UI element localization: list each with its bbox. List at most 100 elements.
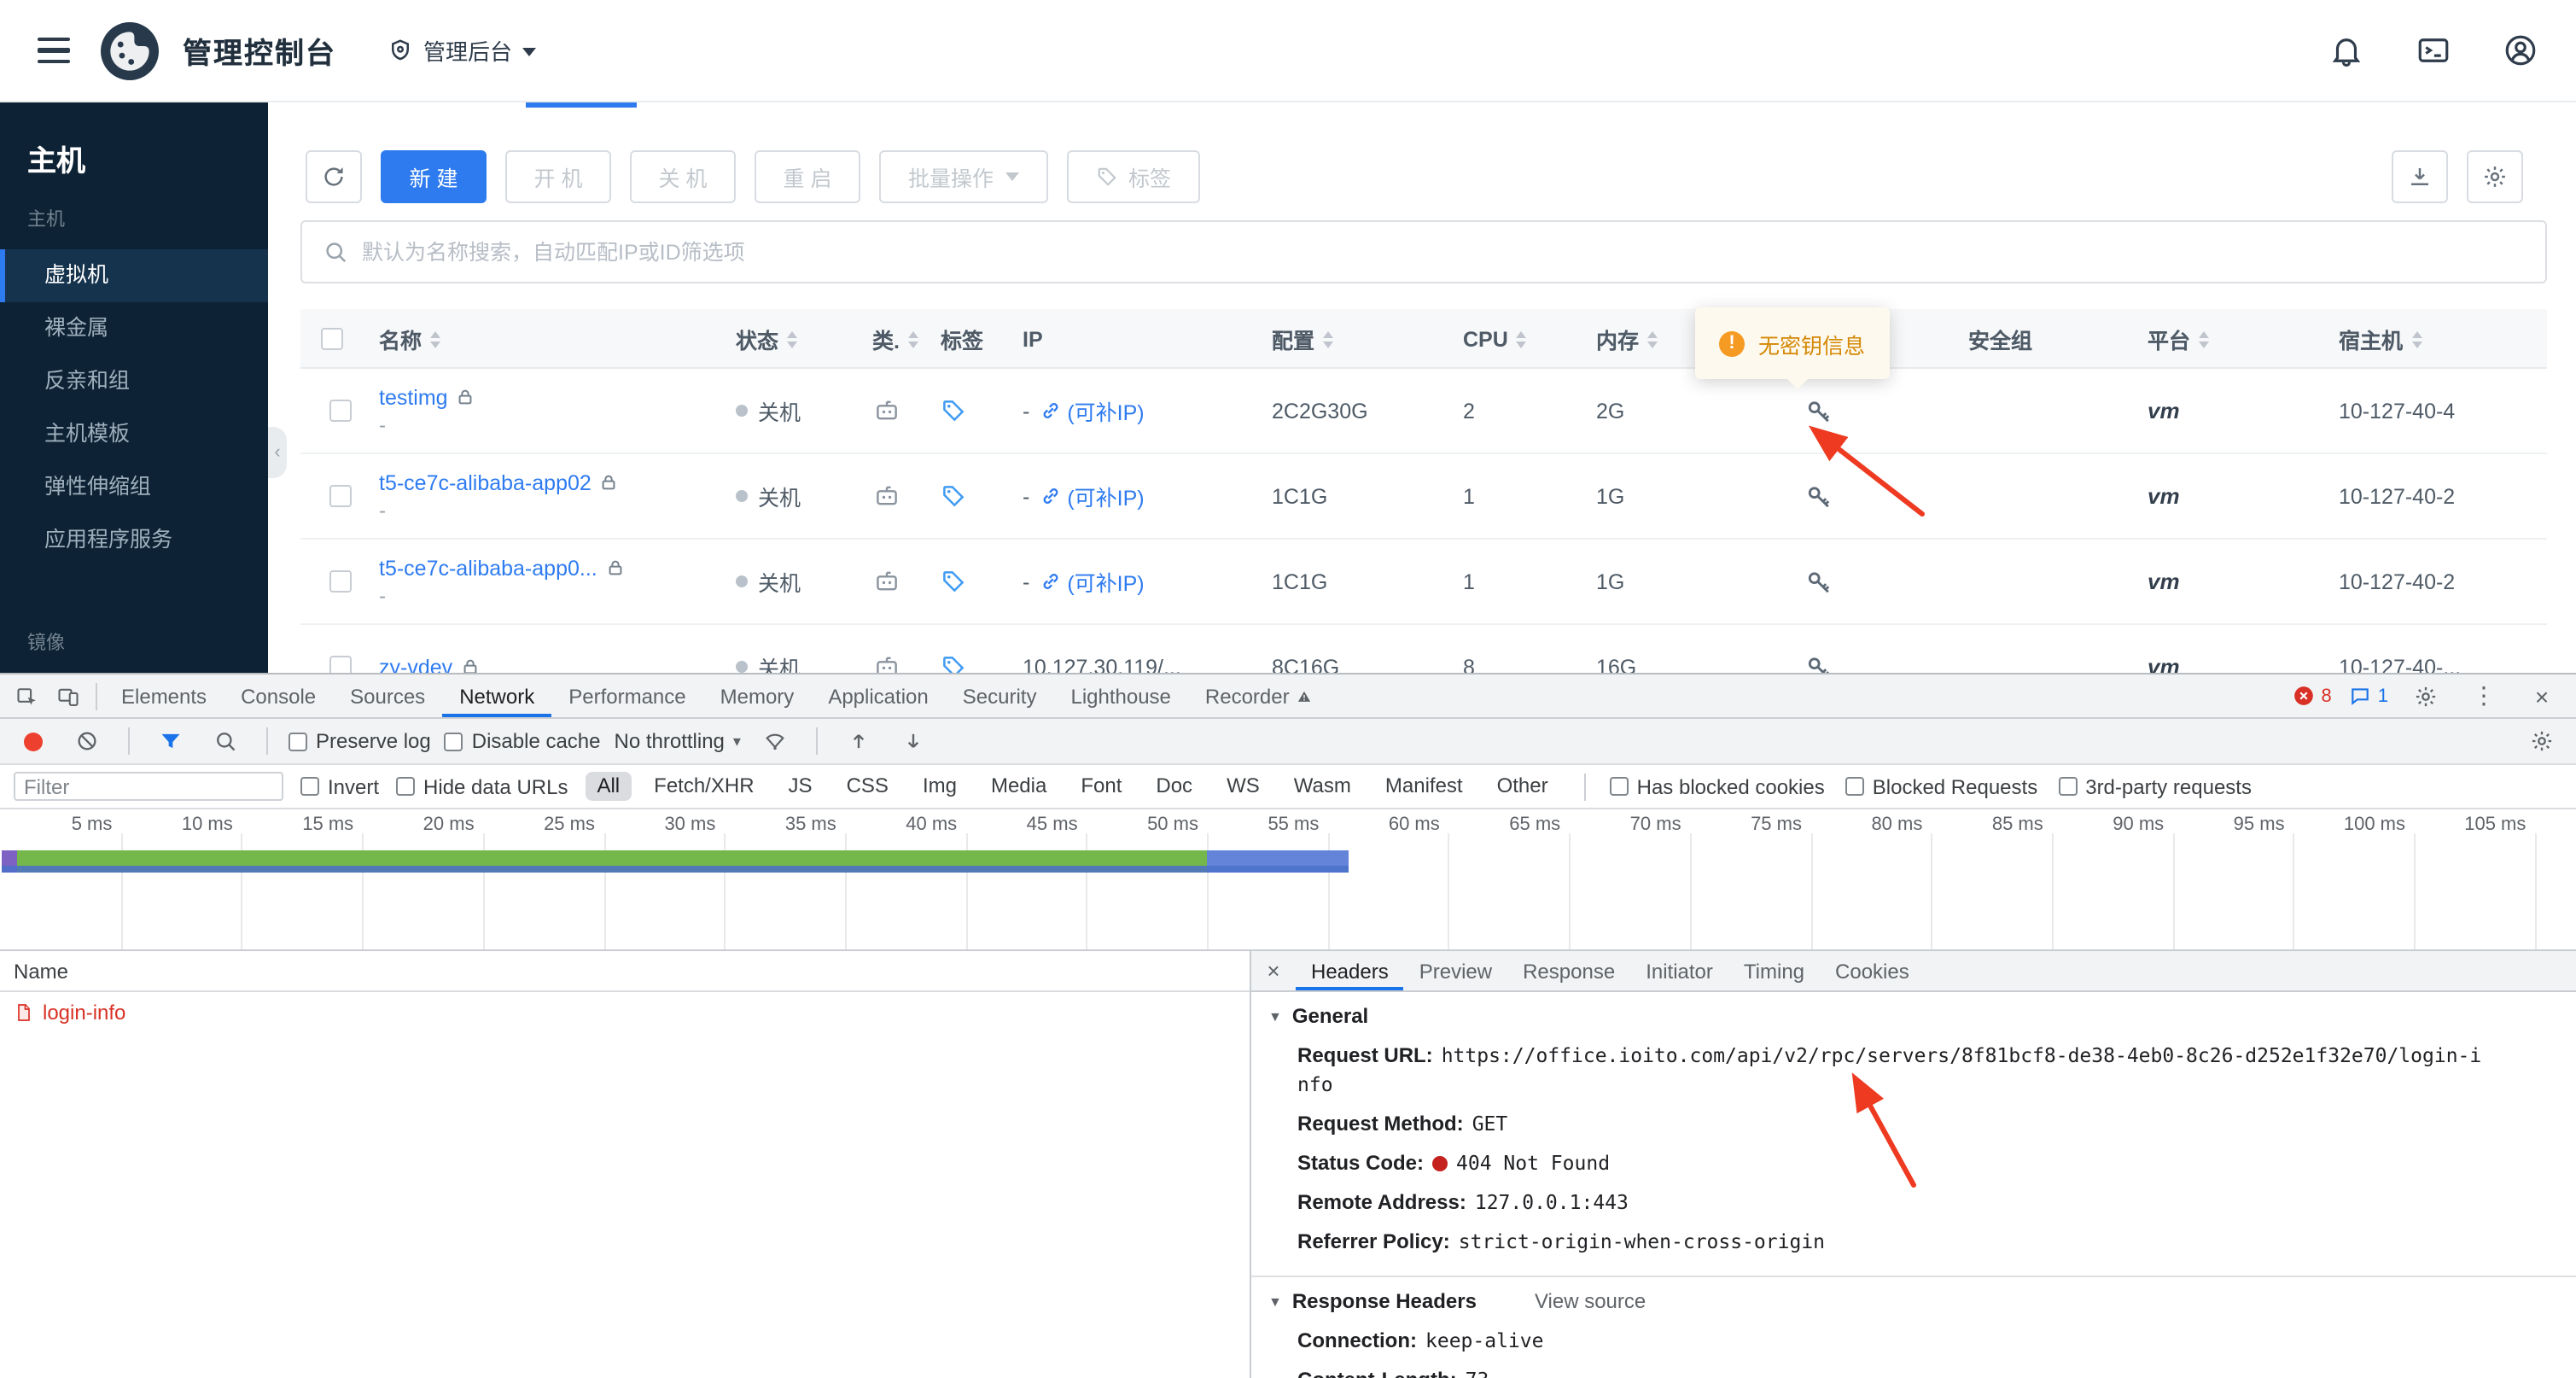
export-har-icon[interactable] <box>893 721 934 762</box>
filter-pill-fetch-xhr[interactable]: Fetch/XHR <box>642 772 766 801</box>
search-input[interactable] <box>362 240 2525 264</box>
filter-pill-css[interactable]: CSS <box>835 772 900 801</box>
sidebar-item-4[interactable]: 主机模板 <box>0 408 268 461</box>
hide-data-urls-checkbox[interactable]: Hide data URLs <box>396 774 568 798</box>
refresh-button[interactable] <box>306 150 362 203</box>
console-messages-badge[interactable]: 1 <box>2349 685 2388 707</box>
request-row[interactable]: login-info <box>0 992 1250 1031</box>
sort-icon[interactable] <box>2411 330 2422 347</box>
search-network-icon[interactable] <box>205 721 246 762</box>
devtools-tab-elements[interactable]: Elements <box>104 674 224 717</box>
terminal-button[interactable] <box>2416 32 2451 68</box>
sort-icon[interactable] <box>2199 330 2209 347</box>
menu-icon[interactable] <box>38 38 70 64</box>
filter-pill-img[interactable]: Img <box>911 772 969 801</box>
sort-icon[interactable] <box>430 330 440 347</box>
devtools-tab-console[interactable]: Console <box>224 674 333 717</box>
network-settings-icon[interactable] <box>2521 721 2562 762</box>
column-settings-button[interactable] <box>2467 150 2523 203</box>
detail-tab-response[interactable]: Response <box>1507 951 1630 990</box>
sort-icon[interactable] <box>1647 330 1658 347</box>
devtools-tab-sources[interactable]: Sources <box>333 674 442 717</box>
filter-pill-wasm[interactable]: Wasm <box>1282 772 1363 801</box>
devtools-tab-recorder[interactable]: Recorder <box>1188 674 1331 717</box>
column-header-11[interactable]: 平台 <box>2130 309 2322 369</box>
filter-pill-manifest[interactable]: Manifest <box>1373 772 1475 801</box>
attach-ip-link[interactable]: (可补IP) <box>1067 565 1144 598</box>
filter-pill-all[interactable]: All <box>585 772 632 801</box>
blocked-requests-checkbox[interactable]: Blocked Requests <box>1845 774 2037 798</box>
vm-name-link[interactable]: t5-ce7c-alibaba-app02 <box>379 470 592 494</box>
account-button[interactable] <box>2503 32 2538 68</box>
sidebar-section-hosts[interactable]: 主机 <box>0 181 268 249</box>
select-all-checkbox[interactable] <box>320 328 342 350</box>
sort-icon[interactable] <box>908 330 918 347</box>
sidebar-item-1[interactable]: 虚拟机 <box>0 249 268 302</box>
sidebar-item-6[interactable]: 应用程序服务 <box>0 514 268 567</box>
column-header-6[interactable]: 配置 <box>1255 309 1446 369</box>
vm-name-link[interactable]: t5-ce7c-alibaba-app0... <box>379 556 597 580</box>
sidebar-item-5[interactable]: 弹性伸缩组 <box>0 461 268 514</box>
sort-icon[interactable] <box>1323 330 1333 347</box>
disable-cache-checkbox[interactable]: Disable cache <box>445 729 601 753</box>
has-blocked-cookies-checkbox[interactable]: Has blocked cookies <box>1610 774 1825 798</box>
sort-icon[interactable] <box>787 330 797 347</box>
column-header-4[interactable]: 标签 <box>924 309 1005 369</box>
filter-pill-media[interactable]: Media <box>979 772 1058 801</box>
throttling-select[interactable]: No throttling ▾ <box>615 729 741 753</box>
sidebar-section-images[interactable]: 镜像 <box>0 604 268 673</box>
vm-name-link[interactable]: zy-vdev <box>379 655 452 673</box>
general-section-header[interactable]: ▼ General <box>1251 992 2576 1036</box>
devtools-tab-network[interactable]: Network <box>442 674 551 717</box>
inspect-element-icon[interactable] <box>7 675 48 716</box>
column-header-10[interactable]: 安全组 <box>1951 309 2130 369</box>
row-checkbox[interactable] <box>329 400 351 422</box>
app-logo-icon[interactable] <box>101 21 159 79</box>
network-overview[interactable]: 5 ms10 ms15 ms20 ms25 ms30 ms35 ms40 ms4… <box>0 809 2576 951</box>
key-info-icon[interactable] <box>1804 651 1835 673</box>
restart-button[interactable]: 重 启 <box>755 150 860 203</box>
console-errors-badge[interactable]: 8 <box>2293 685 2332 707</box>
import-har-icon[interactable] <box>838 721 879 762</box>
sidebar-item-3[interactable]: 反亲和组 <box>0 355 268 408</box>
sidebar-collapse-handle[interactable]: ‹ <box>268 427 287 478</box>
sidebar-item-2[interactable]: 裸金属 <box>0 302 268 355</box>
devtools-tab-performance[interactable]: Performance <box>551 674 702 717</box>
power-on-button[interactable]: 开 机 <box>505 150 611 203</box>
power-off-button[interactable]: 关 机 <box>630 150 736 203</box>
devtools-tab-lighthouse[interactable]: Lighthouse <box>1053 674 1187 717</box>
3rd-party-requests-checkbox[interactable]: 3rd-party requests <box>2058 774 2252 798</box>
filter-input[interactable] <box>14 772 283 801</box>
invert-checkbox[interactable]: Invert <box>300 774 379 798</box>
response-headers-section-header[interactable]: ▼ Response Headers View source <box>1251 1276 2576 1322</box>
devtools-tab-memory[interactable]: Memory <box>703 674 812 717</box>
export-button[interactable] <box>2392 150 2448 203</box>
row-checkbox[interactable] <box>329 485 351 507</box>
devtools-close-icon[interactable]: × <box>2521 675 2562 716</box>
devtools-settings-icon[interactable] <box>2405 675 2446 716</box>
device-toolbar-icon[interactable] <box>48 675 89 716</box>
tags-button[interactable]: 标签 <box>1067 150 1200 203</box>
tag-icon[interactable] <box>941 483 966 509</box>
record-button[interactable] <box>24 732 43 750</box>
key-info-icon[interactable] <box>1804 566 1835 597</box>
view-source-button[interactable]: View source <box>1535 1289 1646 1313</box>
detail-tab-cookies[interactable]: Cookies <box>1820 951 1925 990</box>
attach-ip-icon[interactable] <box>1040 400 1062 422</box>
detail-tab-preview[interactable]: Preview <box>1404 951 1507 990</box>
request-list-name-header[interactable]: Name <box>0 951 1250 992</box>
column-header-2[interactable]: 状态 <box>719 309 855 369</box>
filter-pill-doc[interactable]: Doc <box>1144 772 1204 801</box>
filter-pill-font[interactable]: Font <box>1069 772 1134 801</box>
detail-tab-initiator[interactable]: Initiator <box>1630 951 1728 990</box>
vm-name-link[interactable]: testimg <box>379 385 448 409</box>
column-header-7[interactable]: CPU <box>1446 309 1579 369</box>
batch-actions-button[interactable]: 批量操作 <box>879 150 1048 203</box>
column-header-1[interactable]: 名称 <box>362 309 719 369</box>
devtools-tab-application[interactable]: Application <box>811 674 945 717</box>
column-header-5[interactable]: IP <box>1005 309 1255 369</box>
devtools-menu-icon[interactable]: ⋮ <box>2463 675 2504 716</box>
key-info-icon[interactable] <box>1804 395 1835 426</box>
row-checkbox[interactable] <box>329 570 351 593</box>
filter-pill-other[interactable]: Other <box>1485 772 1560 801</box>
